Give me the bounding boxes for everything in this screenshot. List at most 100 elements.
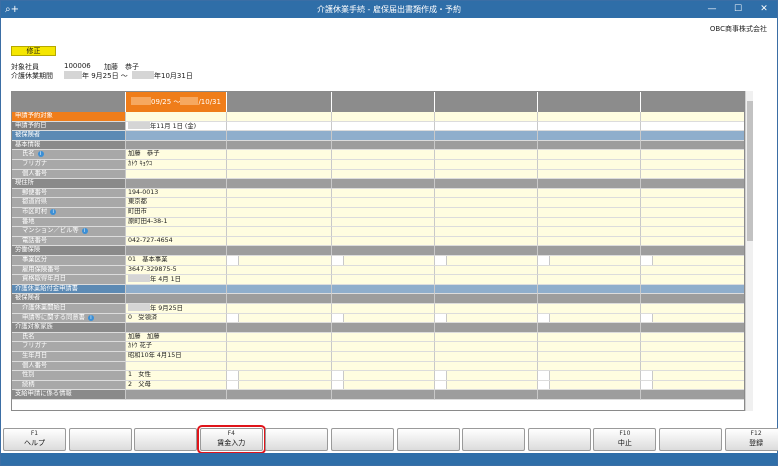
empty-value-cell[interactable] — [641, 198, 744, 208]
code-input-box[interactable] — [332, 313, 344, 323]
row-value-cell[interactable] — [126, 361, 227, 372]
row-value-cell[interactable]: 加藤 加藤 — [126, 332, 227, 343]
code-input-box[interactable] — [435, 256, 447, 265]
empty-value-cell[interactable] — [538, 236, 641, 247]
code-input-box[interactable] — [332, 380, 344, 390]
minimize-icon[interactable]: — — [699, 1, 725, 18]
row-value-cell[interactable]: 042-727-4654 — [126, 236, 227, 247]
code-input-box[interactable] — [332, 256, 344, 265]
empty-value-cell[interactable] — [227, 150, 332, 160]
info-icon[interactable]: i — [87, 314, 94, 321]
empty-value-cell[interactable] — [227, 217, 332, 228]
empty-value-cell[interactable] — [641, 371, 744, 381]
empty-value-cell[interactable] — [227, 169, 332, 180]
empty-value-cell[interactable] — [538, 352, 641, 362]
row-value-cell[interactable]: ｶﾄｳ ｷｮｳｺ — [126, 160, 227, 170]
empty-value-cell[interactable] — [227, 198, 332, 208]
empty-value-cell[interactable] — [435, 304, 538, 314]
empty-value-cell[interactable] — [332, 352, 435, 362]
empty-value-cell[interactable] — [641, 121, 744, 132]
empty-value-cell[interactable] — [435, 342, 538, 352]
empty-value-cell[interactable] — [435, 371, 538, 381]
row-value-cell[interactable] — [126, 169, 227, 180]
row-value-cell[interactable]: 年 4月 1日 — [126, 275, 227, 285]
empty-value-cell[interactable] — [227, 371, 332, 381]
empty-value-cell[interactable] — [435, 150, 538, 160]
empty-value-cell[interactable] — [332, 217, 435, 228]
code-input-box[interactable] — [641, 313, 653, 323]
empty-value-cell[interactable] — [332, 160, 435, 170]
maximize-icon[interactable]: ☐ — [725, 1, 751, 18]
empty-value-cell[interactable] — [227, 208, 332, 218]
row-value-cell[interactable]: 2 父母 — [126, 380, 227, 391]
row-value-cell[interactable]: 01 基本事業 — [126, 256, 227, 266]
row-value-cell[interactable] — [126, 227, 227, 237]
empty-value-cell[interactable] — [641, 150, 744, 160]
row-value-cell[interactable]: 年 9月25日 — [126, 304, 227, 314]
empty-value-cell[interactable] — [538, 361, 641, 372]
row-value-cell[interactable]: 194-0013 — [126, 188, 227, 199]
empty-value-cell[interactable] — [435, 361, 538, 372]
empty-value-cell[interactable] — [435, 217, 538, 228]
empty-value-cell[interactable] — [435, 208, 538, 218]
code-input-box[interactable] — [641, 256, 653, 265]
function-key-empty[interactable] — [527, 428, 591, 451]
empty-value-cell[interactable] — [435, 198, 538, 208]
empty-value-cell[interactable] — [641, 160, 744, 170]
code-input-box[interactable] — [435, 380, 447, 390]
empty-value-cell[interactable] — [538, 150, 641, 160]
empty-value-cell[interactable] — [227, 304, 332, 314]
function-key-empty[interactable] — [134, 428, 198, 451]
empty-value-cell[interactable] — [435, 256, 538, 266]
scrollbar-thumb[interactable] — [747, 101, 753, 241]
empty-value-cell[interactable] — [332, 256, 435, 266]
empty-value-cell[interactable] — [332, 236, 435, 247]
empty-value-cell[interactable] — [641, 265, 744, 276]
period-column[interactable] — [227, 92, 332, 112]
function-key-f1[interactable]: F1 ヘルプ — [3, 428, 66, 451]
vertical-scrollbar[interactable] — [745, 91, 753, 411]
empty-value-cell[interactable] — [538, 208, 641, 218]
code-input-box[interactable] — [641, 371, 653, 380]
empty-value-cell[interactable] — [227, 352, 332, 362]
empty-value-cell[interactable] — [332, 208, 435, 218]
empty-value-cell[interactable] — [641, 217, 744, 228]
empty-value-cell[interactable] — [435, 169, 538, 180]
empty-value-cell[interactable] — [538, 342, 641, 352]
empty-value-cell[interactable] — [435, 188, 538, 199]
code-input-box[interactable] — [538, 256, 550, 265]
empty-value-cell[interactable] — [435, 352, 538, 362]
empty-value-cell[interactable] — [538, 313, 641, 324]
period-column[interactable] — [538, 92, 641, 112]
empty-value-cell[interactable] — [641, 208, 744, 218]
empty-value-cell[interactable] — [641, 304, 744, 314]
code-input-box[interactable] — [332, 371, 344, 380]
empty-value-cell[interactable] — [538, 121, 641, 132]
code-input-box[interactable] — [435, 313, 447, 323]
empty-value-cell[interactable] — [538, 256, 641, 266]
empty-value-cell[interactable] — [332, 342, 435, 352]
row-value-cell[interactable]: 0 受領済 — [126, 313, 227, 324]
function-key-f10[interactable]: F10 中止 — [593, 428, 657, 451]
empty-value-cell[interactable] — [332, 188, 435, 199]
empty-value-cell[interactable] — [641, 342, 744, 352]
empty-value-cell[interactable] — [641, 169, 744, 180]
period-column[interactable] — [435, 92, 538, 112]
empty-value-cell[interactable] — [332, 198, 435, 208]
empty-value-cell[interactable] — [332, 304, 435, 314]
empty-value-cell[interactable] — [435, 265, 538, 276]
function-key-empty[interactable] — [68, 428, 132, 451]
empty-value-cell[interactable] — [435, 313, 538, 324]
empty-value-cell[interactable] — [641, 313, 744, 324]
empty-value-cell[interactable] — [435, 121, 538, 132]
row-value-cell[interactable]: 3647-329875-5 — [126, 265, 227, 276]
empty-value-cell[interactable] — [641, 236, 744, 247]
empty-value-cell[interactable] — [227, 275, 332, 285]
empty-value-cell[interactable] — [641, 275, 744, 285]
empty-value-cell[interactable] — [227, 160, 332, 170]
empty-value-cell[interactable] — [641, 361, 744, 372]
empty-value-cell[interactable] — [538, 371, 641, 381]
empty-value-cell[interactable] — [227, 121, 332, 132]
empty-value-cell[interactable] — [332, 332, 435, 343]
empty-value-cell[interactable] — [332, 371, 435, 381]
